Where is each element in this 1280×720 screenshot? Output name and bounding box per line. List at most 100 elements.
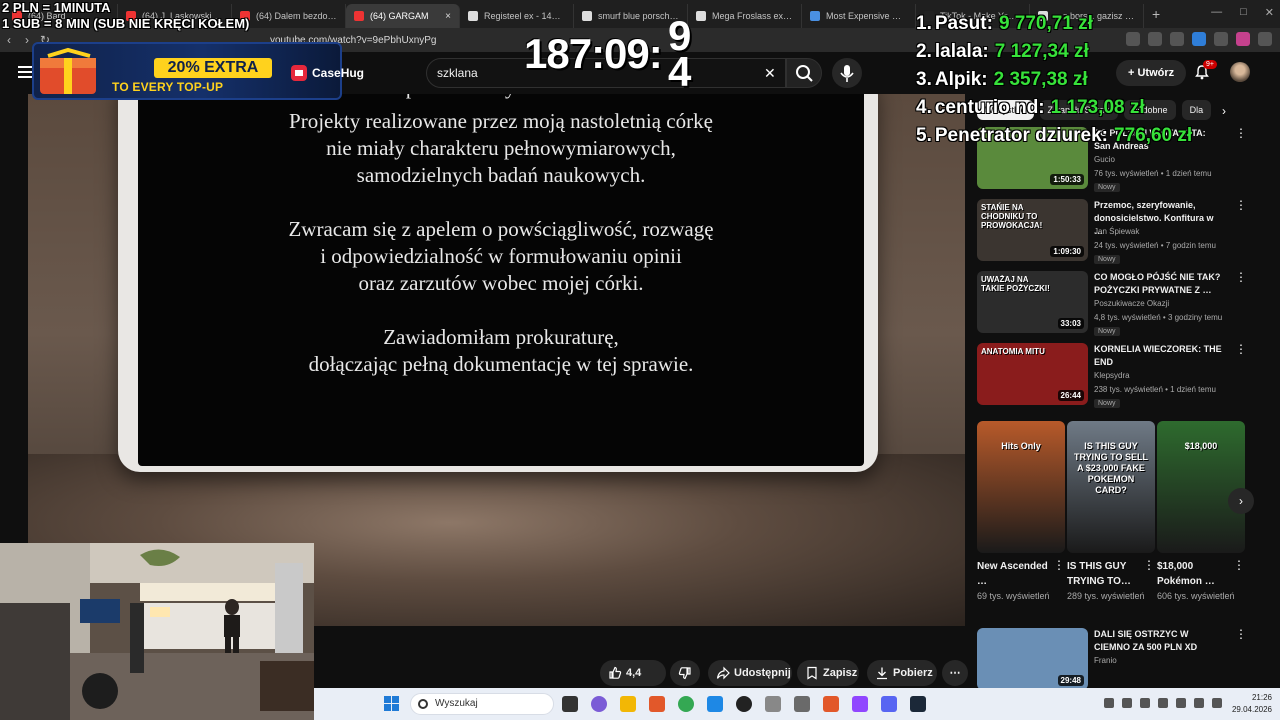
minimize-icon[interactable]: — xyxy=(1211,6,1222,19)
menu-icon[interactable] xyxy=(1258,32,1272,46)
chrome-icon[interactable] xyxy=(678,696,694,712)
copilot-icon[interactable] xyxy=(591,696,607,712)
brave-window-icon[interactable] xyxy=(823,696,839,712)
browser-tab[interactable]: Most Expensive Pokem xyxy=(802,4,916,28)
store-icon[interactable] xyxy=(707,696,723,712)
video-duration: 29:48 xyxy=(1057,675,1084,686)
short-thumbnail[interactable]: Hits Only xyxy=(977,421,1065,553)
short-title[interactable]: $18,000 Pokémon … xyxy=(1157,559,1231,589)
maximize-icon[interactable]: □ xyxy=(1240,6,1247,19)
chevron-right-icon[interactable]: › xyxy=(1222,104,1226,118)
brave-icon[interactable] xyxy=(1236,32,1250,46)
channel-name[interactable]: Klepsydra xyxy=(1094,371,1130,380)
statement-line: oraz zarzutów wobec mojej córki. xyxy=(358,271,644,295)
dislike-button[interactable] xyxy=(670,660,700,686)
channel-name[interactable]: Jan Śpiewak xyxy=(1094,227,1139,236)
statement-line: Zawiadomiłam prokuraturę, xyxy=(383,325,619,349)
more-options-icon[interactable]: ⋮ xyxy=(1053,559,1065,571)
video-thumbnail[interactable]: STAŃIE NA CHODNIKU TO PROWOKACJA! 1:09:30 xyxy=(977,199,1088,261)
short-video[interactable]: $18,000 $18,000 Pokémon … 606 tys. wyświet… xyxy=(1157,421,1245,621)
more-options-icon[interactable]: ⋮ xyxy=(1143,559,1155,571)
display-icon[interactable] xyxy=(1176,698,1186,708)
video-duration: 26:44 xyxy=(1057,390,1084,401)
more-options-icon[interactable]: ⋮ xyxy=(1233,559,1245,571)
leaderboard-rank: 3. xyxy=(916,69,932,90)
close-tab-icon[interactable]: × xyxy=(445,11,451,22)
obs-icon[interactable] xyxy=(736,696,752,712)
video-title[interactable]: CO MOGŁO PÓJŚĆ NIE TAK? POŻYCZKI PRYWATN… xyxy=(1094,271,1222,297)
windows-start-icon[interactable] xyxy=(384,696,399,711)
onedrive-icon[interactable] xyxy=(1140,698,1150,708)
browser-tab[interactable]: (64) GARGAM × xyxy=(346,4,460,28)
more-options-icon[interactable]: ⋮ xyxy=(1235,628,1247,646)
browser-tab[interactable]: Registeel ex - 145/217 xyxy=(460,4,574,28)
task-view-icon[interactable] xyxy=(562,696,578,712)
short-title[interactable]: IS THIS GUY TRYING TO… xyxy=(1067,559,1141,589)
video-thumbnail[interactable]: UWAŻAJ NA TAKIE POŻYCZKI! 33:03 xyxy=(977,271,1088,333)
statement-line: nie miały charakteru pełnowymiarowych, xyxy=(326,136,676,160)
back-icon[interactable]: ‹ xyxy=(0,33,18,47)
file-explorer-icon[interactable] xyxy=(620,696,636,712)
short-thumbnail-caption: Hits Only xyxy=(1001,441,1041,451)
channel-name[interactable]: Poszukiwacze Okazji xyxy=(1094,299,1169,308)
chevron-up-icon[interactable] xyxy=(1104,698,1114,708)
volume-icon[interactable] xyxy=(1194,698,1204,708)
more-options-icon[interactable]: ⋮ xyxy=(1235,343,1247,361)
short-thumbnail[interactable]: IS THIS GUY TRYING TO SELL A $23,000 FAK… xyxy=(1067,421,1155,553)
short-video[interactable]: Hits Only New Ascended … 69 tys. wyświetle… xyxy=(977,421,1065,621)
steam-icon[interactable] xyxy=(910,696,926,712)
recommended-video[interactable]: STAŃIE NA CHODNIKU TO PROWOKACJA! 1:09:30… xyxy=(977,199,1247,265)
recommended-video[interactable]: 29:48 DALI SIĘ OSTRZYC W CIEMNO ZA 500 PL… xyxy=(977,628,1247,694)
brave-browser-icon[interactable] xyxy=(649,696,665,712)
network-icon[interactable] xyxy=(1122,698,1132,708)
discord-icon[interactable] xyxy=(881,696,897,712)
close-window-icon[interactable]: ✕ xyxy=(1265,6,1274,19)
clear-search-icon[interactable]: ✕ xyxy=(764,65,776,82)
twitch-icon[interactable] xyxy=(852,696,868,712)
more-options-icon[interactable]: ⋮ xyxy=(1235,271,1247,289)
recommended-video[interactable]: UWAŻAJ NA TAKIE POŻYCZKI! 33:03 CO MOGŁO P… xyxy=(977,271,1247,337)
short-thumbnail-caption: IS THIS GUY TRYING TO SELL A $23,000 FAK… xyxy=(1073,441,1148,495)
settings-gear-icon[interactable] xyxy=(765,696,781,712)
video-duration: 33:03 xyxy=(1057,318,1084,329)
more-options-icon[interactable]: ⋮ xyxy=(1235,199,1247,217)
more-actions-button[interactable]: ⋯ xyxy=(942,660,968,686)
account-avatar[interactable] xyxy=(1230,62,1250,82)
tab-title: Mega Froslass ex - 26… xyxy=(712,11,793,21)
taskbar-search[interactable]: Wyszukaj xyxy=(410,693,554,715)
tab-title: Registeel ex - 145/217 xyxy=(484,11,565,21)
tab-title: (64) Dalem bezdomne xyxy=(256,11,337,21)
battery-icon[interactable] xyxy=(1212,698,1222,708)
leaderboard-rank: 2. xyxy=(916,41,932,62)
video-thumbnail[interactable]: ANATOMIA MITU 26:44 xyxy=(977,343,1088,405)
shield-icon[interactable] xyxy=(1192,32,1206,46)
short-title[interactable]: New Ascended … xyxy=(977,559,1051,589)
short-video[interactable]: IS THIS GUY TRYING TO SELL A $23,000 FAK… xyxy=(1067,421,1155,621)
video-title[interactable]: DALI SIĘ OSTRZYC W CIEMNO ZA 500 PLN XD xyxy=(1094,628,1222,654)
gift-box-icon xyxy=(40,47,96,94)
share-button[interactable]: Udostępnij xyxy=(708,660,792,686)
promo-banner[interactable]: 20% EXTRA TO EVERY TOP-UP CaseHug xyxy=(32,42,364,100)
leaderboard-row: 4. centurio nd: 1 173,08 zł xyxy=(916,94,1192,122)
like-button[interactable]: 4,4 tys. xyxy=(600,660,666,705)
more-options-icon[interactable]: ⋮ xyxy=(1235,127,1247,145)
donation-amount: 776,60 zł xyxy=(1114,125,1193,146)
thumbs-down-icon xyxy=(678,667,691,680)
video-title[interactable]: KORNELIA WIECZOREK: THE END xyxy=(1094,343,1222,369)
video-thumbnail[interactable]: 29:48 xyxy=(977,628,1088,690)
clock[interactable]: 21:26 29.04.2026 xyxy=(1232,692,1272,716)
microphone-icon[interactable] xyxy=(1158,698,1168,708)
app-icon[interactable] xyxy=(794,696,810,712)
download-button[interactable]: Pobierz xyxy=(867,660,937,686)
recommended-video[interactable]: ANATOMIA MITU 26:44 KORNELIA WIECZOREK: TH… xyxy=(977,343,1247,409)
channel-name[interactable]: Franio xyxy=(1094,656,1117,665)
hamburger-menu-icon[interactable] xyxy=(18,66,32,78)
short-thumbnail[interactable]: $18,000 xyxy=(1157,421,1245,553)
channel-name[interactable]: Gucio xyxy=(1094,155,1115,164)
video-duration: 1:50:33 xyxy=(1050,174,1084,185)
save-button[interactable]: Zapisz xyxy=(797,660,859,686)
puzzle-icon[interactable] xyxy=(1214,32,1228,46)
search-button[interactable] xyxy=(786,58,822,88)
shorts-next-button[interactable]: › xyxy=(1228,488,1254,514)
voice-search-button[interactable] xyxy=(832,58,862,88)
